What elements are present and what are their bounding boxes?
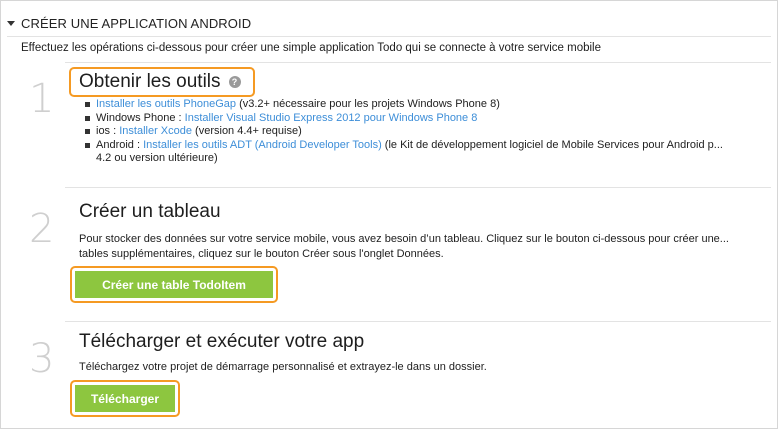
- section-title: CRÉER UNE APPLICATION ANDROID: [21, 15, 252, 31]
- download-button[interactable]: Télécharger: [75, 385, 175, 412]
- list-item: Android : Installer les outils ADT (Andr…: [83, 139, 773, 166]
- tools-list: Installer les outils PhoneGap (v3.2+ néc…: [83, 98, 773, 166]
- step1-title: Obtenir les outils ?: [79, 71, 241, 93]
- item-label: Android :: [96, 138, 144, 151]
- step1-number: 1: [29, 76, 55, 122]
- item-text: (version 4.4+ requise): [192, 125, 302, 137]
- step2-number: 2: [29, 206, 55, 252]
- step2-text-line1: Pour stocker des données sur votre servi…: [79, 233, 729, 245]
- step2-description: Pour stocker des données sur votre servi…: [79, 232, 775, 261]
- step1-title-text: Obtenir les outils: [79, 71, 221, 92]
- help-circle-icon[interactable]: ?: [228, 76, 241, 88]
- step3-title: Télécharger et exécuter votre app: [79, 331, 365, 352]
- create-table-button[interactable]: Créer une table TodoItem: [75, 271, 273, 298]
- item-label: ios :: [96, 125, 120, 137]
- item-text-continued: 4.2 ou version ultérieure): [96, 152, 218, 164]
- step2-title: Créer un tableau: [79, 201, 221, 222]
- step2-text-line2: tables supplémentaires, cliquez sur le b…: [79, 247, 444, 260]
- step2-divider: [65, 187, 771, 188]
- triangle-down-icon[interactable]: [7, 21, 15, 26]
- step3-divider: [65, 321, 771, 322]
- step3-description: Téléchargez votre projet de démarrage pe…: [79, 361, 487, 373]
- header-divider: [7, 36, 771, 37]
- section-header[interactable]: CRÉER UNE APPLICATION ANDROID: [7, 13, 251, 33]
- xcode-link[interactable]: Installer Xcode: [119, 125, 192, 137]
- panel-frame: CRÉER UNE APPLICATION ANDROID Effectuez …: [0, 0, 778, 429]
- intro-text: Effectuez les opérations ci-dessous pour…: [21, 42, 602, 54]
- list-item: Windows Phone : Installer Visual Studio …: [83, 112, 773, 126]
- list-item: ios : Installer Xcode (version 4.4+ requ…: [83, 125, 773, 139]
- step1-divider: [65, 62, 771, 63]
- adt-link[interactable]: Installer les outils ADT (Android Develo…: [143, 139, 382, 151]
- item-text: (v3.2+ nécessaire pour les projets Windo…: [236, 98, 500, 110]
- item-text: (le Kit de développement logiciel de Mob…: [381, 138, 723, 151]
- phonegap-link[interactable]: Installer les outils PhoneGap: [96, 98, 236, 110]
- download-button-highlight: Télécharger: [70, 380, 180, 417]
- item-label: Windows Phone :: [96, 111, 185, 124]
- visual-studio-link[interactable]: Installer Visual Studio Express 2012 pou…: [185, 112, 478, 124]
- step3-number: 3: [29, 336, 55, 382]
- list-item: Installer les outils PhoneGap (v3.2+ néc…: [83, 98, 773, 112]
- create-table-button-highlight: Créer une table TodoItem: [70, 266, 278, 303]
